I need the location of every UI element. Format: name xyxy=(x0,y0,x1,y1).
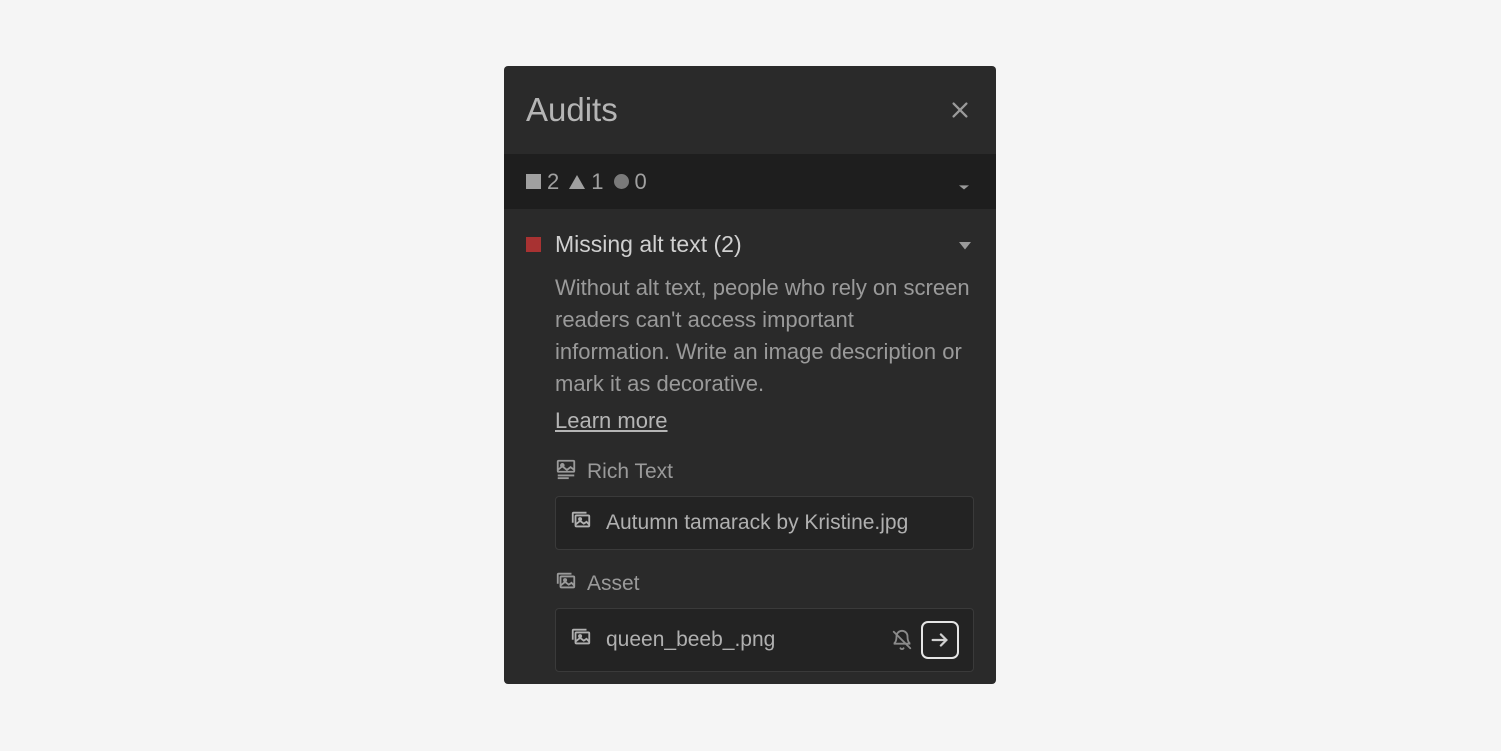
asset-filename: queen_beeb_.png xyxy=(606,628,877,652)
image-stack-icon xyxy=(555,570,577,598)
error-count: 2 xyxy=(547,169,559,195)
group-label: Rich Text xyxy=(587,460,673,484)
rich-text-icon xyxy=(555,458,577,486)
group-label: Asset xyxy=(587,572,640,596)
element-group-richtext: Rich Text Autumn tamarack by Kristine.jp… xyxy=(555,458,974,550)
info-count-group[interactable]: 0 xyxy=(614,169,647,195)
issue-title: Missing alt text (2) xyxy=(555,231,942,258)
warning-count-group[interactable]: 1 xyxy=(569,169,603,195)
row-actions xyxy=(891,621,959,659)
learn-more-link[interactable]: Learn more xyxy=(555,408,668,434)
issue-block: Missing alt text (2) Without alt text, p… xyxy=(504,209,996,684)
circle-icon xyxy=(614,174,629,189)
collapse-icon xyxy=(954,172,974,192)
asset-row[interactable]: Autumn tamarack by Kristine.jpg xyxy=(555,496,974,550)
error-count-group[interactable]: 2 xyxy=(526,169,559,195)
audits-panel: Audits 2 1 0 xyxy=(504,66,996,684)
triangle-icon xyxy=(569,175,585,189)
chevron-down-icon xyxy=(956,236,974,254)
go-to-asset-button[interactable] xyxy=(921,621,959,659)
info-count: 0 xyxy=(635,169,647,195)
asset-row[interactable]: queen_beeb_.png xyxy=(555,608,974,672)
close-button[interactable] xyxy=(946,96,974,124)
element-label: Asset xyxy=(555,570,974,598)
element-group-asset: Asset queen_beeb_.png xyxy=(555,570,974,672)
collapse-all-button[interactable] xyxy=(954,172,974,192)
arrow-right-icon xyxy=(929,629,951,651)
summary-counts: 2 1 0 xyxy=(526,169,647,195)
issue-description: Without alt text, people who rely on scr… xyxy=(555,272,974,400)
image-stack-icon xyxy=(570,626,592,654)
panel-title: Audits xyxy=(526,91,618,129)
issue-header[interactable]: Missing alt text (2) xyxy=(526,231,974,258)
close-icon xyxy=(949,99,971,121)
error-marker-icon xyxy=(526,237,541,252)
image-stack-icon xyxy=(570,509,592,537)
warning-count: 1 xyxy=(591,169,603,195)
panel-header: Audits xyxy=(504,66,996,154)
element-label: Rich Text xyxy=(555,458,974,486)
square-icon xyxy=(526,174,541,189)
summary-bar: 2 1 0 xyxy=(504,154,996,209)
bell-off-icon xyxy=(891,629,913,651)
mute-button[interactable] xyxy=(891,629,913,651)
expand-toggle[interactable] xyxy=(956,236,974,254)
asset-filename: Autumn tamarack by Kristine.jpg xyxy=(606,511,959,535)
